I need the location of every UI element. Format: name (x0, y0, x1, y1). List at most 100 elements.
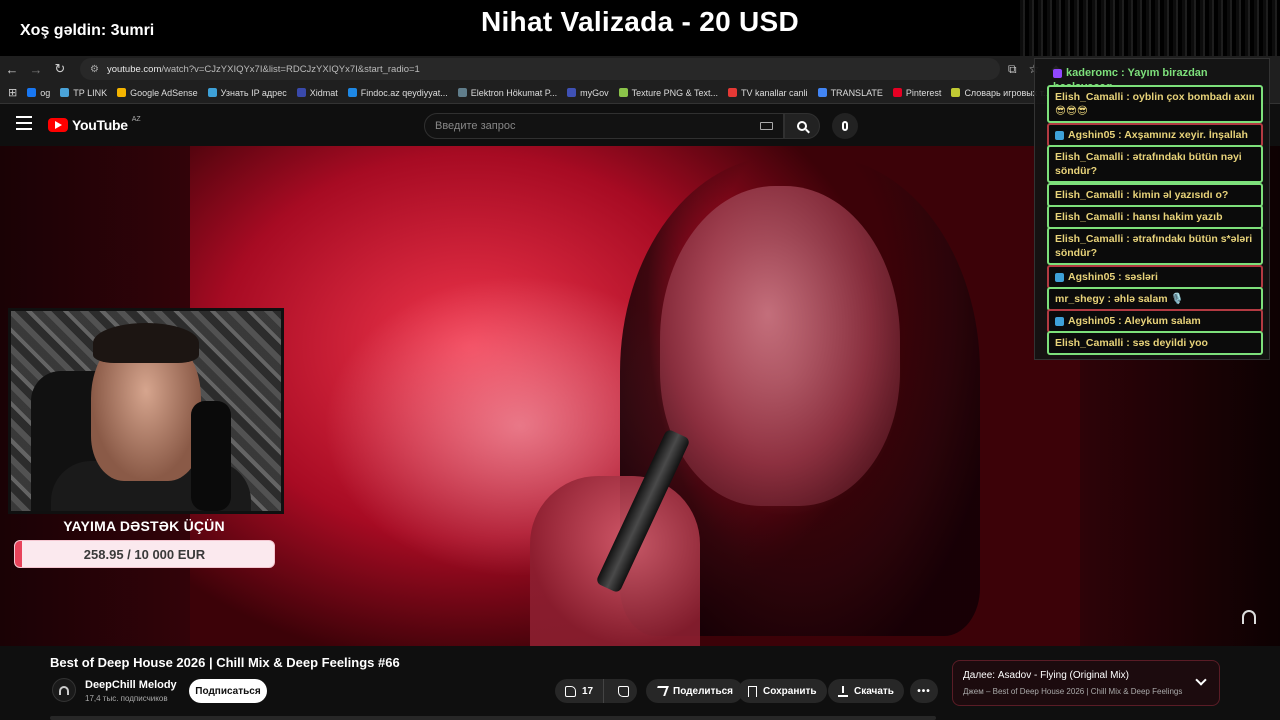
download-label: Скачать (854, 685, 894, 697)
bookmark-favicon-icon (296, 88, 306, 97)
region-code: AZ (131, 115, 141, 123)
bookmark-favicon-icon (728, 88, 738, 97)
chat-message: Agshin05 : Axşamınız xeyir. İnşallah (1047, 123, 1263, 147)
bookmark-item[interactable]: Texture PNG & Text... (618, 87, 719, 98)
bookmark-favicon-icon (207, 88, 217, 97)
forward-button[interactable]: → (24, 58, 48, 80)
chat-message: mr_shegy : əhlə salam 🎙️ (1047, 287, 1263, 311)
chat-message: Elish_Camalli : ətrafındakı bütün nəyi s… (1047, 145, 1263, 183)
more-actions-button[interactable]: ••• (910, 679, 938, 703)
chat-overlay: kaderomc : Yayım birazdan başlayacaq.Eli… (1034, 58, 1270, 360)
bookmark-item[interactable]: Elektron Hökumat P... (457, 87, 558, 98)
webcam-microphone (191, 401, 231, 511)
share-icon (654, 686, 669, 696)
like-button[interactable]: 17 (555, 679, 605, 703)
bookmark-item[interactable]: myGov (567, 88, 609, 98)
bookmark-item[interactable]: Узнать IP адрес (207, 88, 287, 98)
bookmark-label: Texture PNG & Text... (631, 87, 719, 98)
description-box-edge (50, 716, 936, 720)
support-goal-title: YAYIMA DƏSTƏK ÜÇÜN (63, 518, 225, 534)
chat-message-text: Elish_Camalli : səs deyildi yoo (1055, 337, 1208, 349)
up-next-track: Asadov - Flying (Original Mix) (997, 670, 1130, 681)
save-label: Сохранить (763, 685, 817, 697)
url-path: /watch?v=CJzYXIQYx7I&list=RDCJzYXIQYx7I&… (161, 63, 420, 75)
like-count: 17 (582, 685, 594, 697)
keyboard-icon[interactable] (760, 122, 773, 130)
download-icon (838, 685, 848, 697)
chat-message-text: Elish_Camalli : ətrafındakı bütün s*ələr… (1055, 233, 1253, 259)
chat-message-text: Agshin05 : səsləri (1068, 271, 1158, 283)
bookmark-item[interactable]: TRANSLATE (817, 87, 883, 98)
bookmark-label: TP LINK (73, 87, 108, 98)
support-goal-bar: 258.95 / 10 000 EUR (14, 540, 275, 568)
chat-message: Agshin05 : Aleykum salam (1047, 309, 1263, 333)
bookmark-favicon-icon (60, 88, 70, 97)
up-next-title: Далее: Asadov - Flying (Original Mix) (963, 670, 1129, 681)
bookmark-item[interactable]: TV kanallar canli (728, 88, 808, 98)
bookmark-item[interactable]: og (27, 88, 50, 98)
bookmark-favicon-icon (951, 88, 961, 97)
reload-button[interactable]: ↻ (48, 58, 72, 80)
search-input[interactable]: Введите запрос (424, 113, 784, 139)
twitch-icon (1053, 68, 1062, 78)
chat-message-text: Elish_Camalli : kimin əl yazısıdı o? (1055, 189, 1229, 201)
bookmark-favicon-icon (618, 88, 628, 97)
youtube-icon (1055, 316, 1064, 326)
channel-name[interactable]: DeepChill Melody (85, 679, 177, 691)
chevron-down-icon[interactable] (1195, 674, 1207, 686)
webcam-streamer-hair (93, 323, 199, 363)
site-info-icon[interactable]: ⚙ (90, 64, 99, 75)
up-next-card[interactable]: Далее: Asadov - Flying (Original Mix) Дж… (952, 660, 1220, 706)
save-button[interactable]: Сохранить (738, 679, 827, 703)
apps-grid-icon[interactable]: ⊞ (8, 86, 17, 99)
like-dislike-group: 17 (555, 679, 637, 703)
bookmark-item[interactable]: Google AdSense (117, 88, 198, 98)
bookmark-favicon-icon (457, 88, 467, 97)
download-button[interactable]: Скачать (828, 679, 904, 703)
bookmark-label: Google AdSense (130, 87, 198, 98)
dislike-button[interactable] (610, 679, 637, 703)
chat-message-text: Elish_Camalli : hansı hakim yazıb (1055, 211, 1223, 223)
back-button[interactable]: ← (0, 58, 24, 80)
bookmark-label: Findoc.az qeydiyyat... (360, 87, 448, 98)
up-next-subtitle: Джем – Best of Deep House 2026 | Chill M… (963, 687, 1183, 696)
youtube-logo[interactable]: YouTube AZ (48, 115, 141, 133)
channel-watermark-icon[interactable] (1242, 610, 1256, 624)
channel-avatar[interactable] (52, 678, 76, 702)
share-button[interactable]: Поделиться (646, 679, 744, 703)
bookmark-label: myGov (580, 87, 609, 98)
chat-message-text: Elish_Camalli : ətrafındakı bütün nəyi s… (1055, 151, 1242, 177)
microphone-icon (842, 121, 848, 131)
address-bar[interactable]: ⚙ youtube.com/watch?v=CJzYXIQYx7I&list=R… (80, 58, 1000, 80)
frame-face (660, 186, 900, 506)
support-goal-amount: 258.95 / 10 000 EUR (83, 547, 206, 562)
bookmark-item[interactable]: Xidmat (296, 88, 338, 98)
bookmark-item[interactable]: Findoc.az qeydiyyat... (347, 87, 448, 98)
headphones-icon (59, 685, 69, 695)
video-info: Best of Deep House 2026 | Chill Mix & De… (0, 646, 1280, 720)
youtube-icon (1055, 272, 1064, 282)
bookmark-item[interactable]: Pinterest (892, 88, 941, 98)
bookmark-label: Elektron Hökumat P... (470, 87, 558, 98)
bookmark-label: TRANSLATE (830, 87, 883, 98)
stream-overlay-top: Xoş gəldin: 3umri Nihat Valizada - 20 US… (0, 0, 1280, 56)
bookmark-item[interactable]: TP LINK (60, 88, 107, 98)
chat-message: Agshin05 : səsləri (1047, 265, 1263, 289)
search-icon (797, 121, 807, 131)
chat-message-text: mr_shegy : əhlə salam 🎙️ (1055, 293, 1184, 305)
install-app-icon[interactable]: ⧉ (1008, 62, 1017, 77)
voice-search-button[interactable] (832, 113, 858, 139)
chat-message-text: Elish_Camalli : oyblin çox bombadı axııı… (1055, 91, 1255, 117)
search-button[interactable] (784, 113, 820, 139)
youtube-play-icon (48, 118, 68, 132)
chat-message: Elish_Camalli : hansı hakim yazıb (1047, 205, 1263, 229)
up-next-prefix: Далее: (963, 670, 996, 681)
donation-headline: Nihat Valizada - 20 USD (480, 6, 800, 37)
youtube-wordmark: YouTube (72, 117, 128, 133)
bookmark-label: og (40, 87, 51, 98)
subscribe-button[interactable]: Подписаться (189, 679, 267, 703)
subscriber-count: 17,4 тыс. подписчиков (85, 694, 168, 703)
menu-icon[interactable] (16, 116, 32, 130)
bookmark-favicon-icon (817, 88, 827, 97)
url-host: youtube.com (106, 63, 162, 75)
